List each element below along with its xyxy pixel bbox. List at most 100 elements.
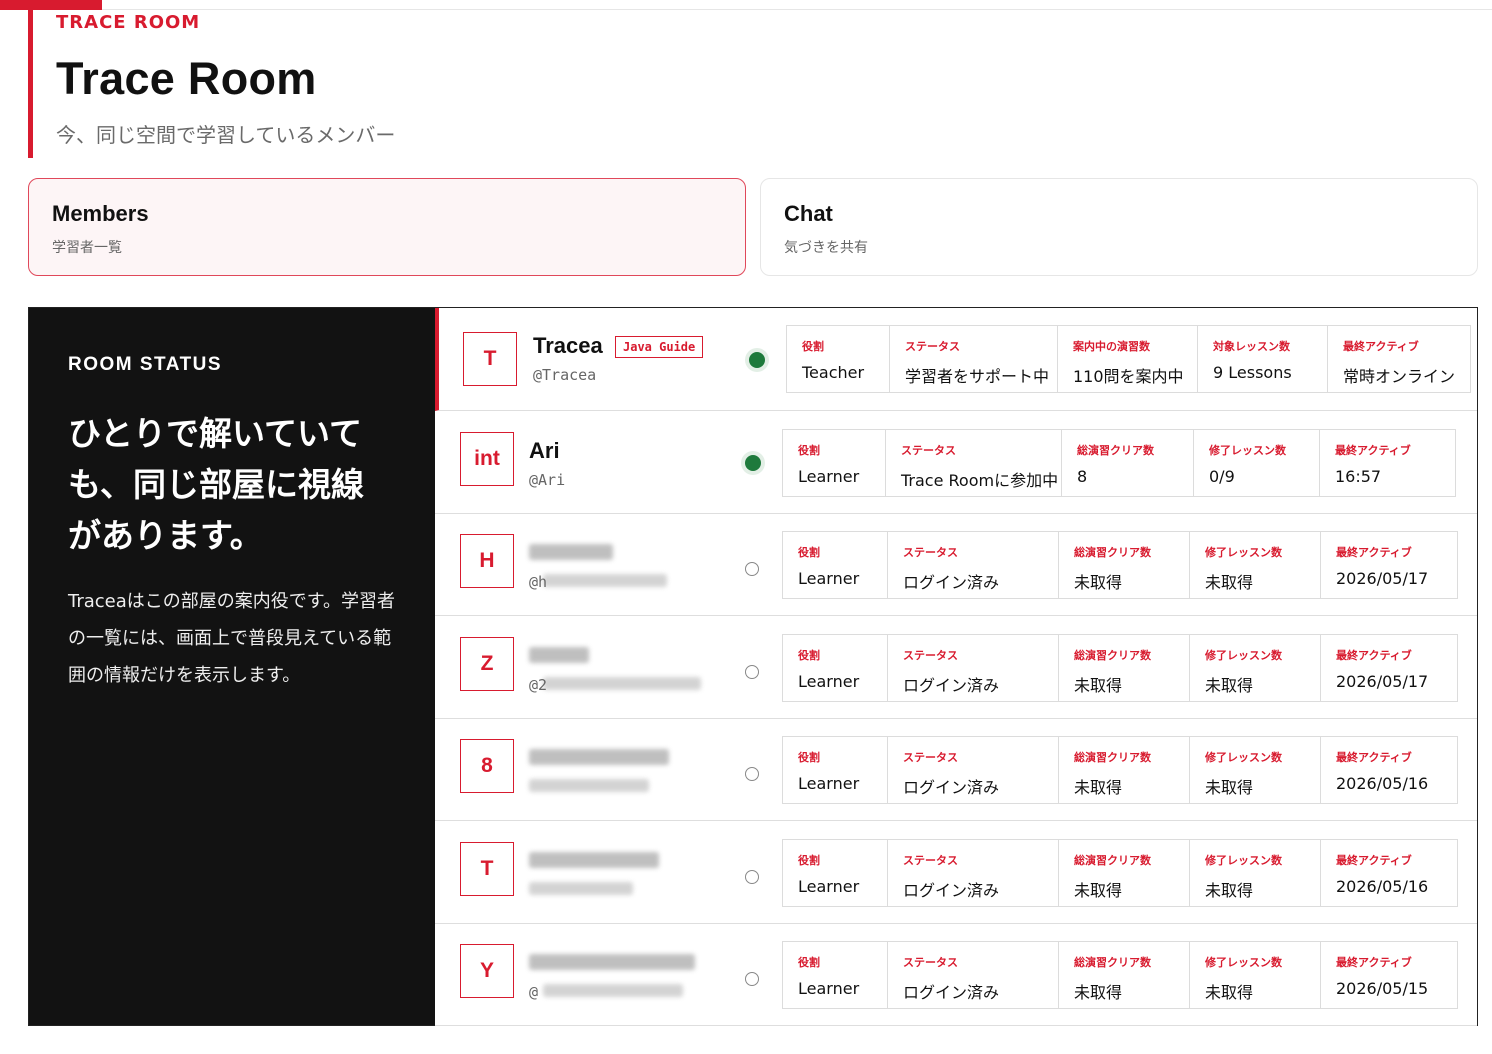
member-row[interactable]: int Ari @Ari 役割 Learner ステータス Trace Roomに参加中 総演…	[435, 411, 1477, 514]
stat-label: 総演習クリア数	[1074, 956, 1151, 969]
stat-cell: 役割 Learner	[783, 942, 888, 1008]
stat-value: ログイン済み	[903, 676, 1000, 695]
stat-label: 役割	[798, 854, 820, 867]
member-row[interactable]: T Tracea @Tracea Java Guide 役割 Teacher ステータス 学習…	[435, 308, 1477, 411]
stat-label: 最終アクティブ	[1336, 649, 1412, 662]
stat-value: Learner	[798, 672, 860, 691]
redacted-name	[529, 749, 669, 765]
stat-label: 役割	[798, 751, 820, 764]
stat-value: 未取得	[1074, 573, 1123, 592]
member-name: Tracea	[533, 333, 603, 358]
stat-value: Learner	[798, 877, 860, 896]
stat-cell: 役割 Learner	[783, 430, 886, 496]
tab-members[interactable]: Members 学習者一覧	[28, 178, 746, 276]
stat-label: ステータス	[901, 444, 956, 457]
redacted-handle	[529, 882, 633, 895]
tab-chat-title: Chat	[784, 201, 833, 226]
stat-value: ログイン済み	[903, 778, 1000, 797]
stat-value: 2026/05/16	[1336, 774, 1429, 793]
page-header: TRACE ROOM Trace Room 今、同じ空間で学習しているメンバー	[28, 10, 728, 158]
redacted-handle	[543, 574, 667, 587]
stat-cell: 最終アクティブ 16:57	[1320, 430, 1455, 496]
stat-cell: 最終アクティブ 2026/05/15	[1321, 942, 1457, 1008]
stat-value: 110問を案内中	[1073, 367, 1184, 386]
stat-label: 修了レッスン数	[1205, 649, 1282, 662]
stat-value: 0/9	[1209, 467, 1235, 486]
member-handle: @h	[529, 573, 548, 591]
stat-cell: 最終アクティブ 2026/05/16	[1321, 737, 1457, 803]
member-avatar: T	[460, 842, 514, 896]
stat-cell: 役割 Learner	[783, 532, 888, 598]
stat-value: 2026/05/16	[1336, 877, 1429, 896]
redacted-handle	[543, 984, 683, 997]
member-handle: @Ari	[529, 471, 566, 489]
room-status-headline: ひとりで解いていても、同じ部屋に視線があります。	[68, 414, 365, 555]
stat-value: ログイン済み	[903, 983, 1000, 1002]
stat-cell: ステータスログイン済み	[888, 942, 1059, 1008]
stat-value: Learner	[798, 569, 860, 588]
stat-label: ステータス	[903, 854, 958, 867]
stat-cell: 総演習クリア数 未取得	[1059, 840, 1190, 906]
stat-cell: ステータス 学習者をサポート中	[890, 326, 1058, 392]
stat-cell: 最終アクティブ 2026/05/16	[1321, 840, 1457, 906]
stat-cell: ステータス Trace Roomに参加中	[886, 430, 1062, 496]
top-rule	[0, 0, 1492, 10]
stat-label: 総演習クリア数	[1074, 751, 1151, 764]
member-avatar: Y	[460, 944, 514, 998]
stat-label: 最終アクティブ	[1336, 546, 1412, 559]
tab-chat[interactable]: Chat 気づきを共有	[760, 178, 1478, 276]
redacted-name	[529, 647, 589, 663]
stat-label: 修了レッスン数	[1205, 546, 1282, 559]
tab-members-subtitle: 学習者一覧	[52, 240, 122, 256]
stat-label: 案内中の演習数	[1073, 340, 1150, 353]
stat-value: Learner	[798, 774, 860, 793]
page-eyebrow: TRACE ROOM	[56, 12, 201, 33]
stat-value: 未取得	[1074, 778, 1123, 797]
stat-cell: 総演習クリア数 未取得	[1059, 532, 1190, 598]
member-handle: @Tracea	[533, 366, 597, 384]
stat-label: 最終アクティブ	[1343, 340, 1419, 353]
offline-status-dot	[745, 665, 759, 679]
stat-label: 修了レッスン数	[1205, 956, 1282, 969]
stat-value: Learner	[798, 467, 860, 486]
member-stats: 役割 Learner ステータス ログイン済み 総演習クリア数 未取得 修了レッスン数 未取得…	[782, 736, 1458, 804]
stat-label: 役割	[798, 546, 820, 559]
member-row[interactable]: 8 役割 Learner ステータス ログイン済み 総演習クリア数 未取得 修了レッスン数 未取…	[435, 718, 1477, 821]
stat-value: ログイン済み	[903, 881, 1000, 900]
stat-label: 対象レッスン数	[1213, 340, 1290, 353]
stat-cell: 修了レッスン数 未取得	[1190, 635, 1321, 701]
offline-status-dot	[745, 767, 759, 781]
stat-cell: 役割 Learner	[783, 635, 888, 701]
member-row[interactable]: Y @ 役割 Learner ステータス ログイン済み 総演習クリア数 未取得 修了レッスン数未…	[435, 923, 1477, 1026]
stat-label: 総演習クリア数	[1074, 854, 1151, 867]
stat-value: Learner	[798, 979, 860, 998]
member-row[interactable]: Z @2 役割 Learner ステータス ログイン済み 総演習クリア数 未取得 修了レッスン数…	[435, 616, 1477, 719]
member-row[interactable]: T 役割 Learner ステータス ログイン済み 総演習クリア数 未取得 修了レッスン数 未取…	[435, 821, 1477, 924]
stat-value: 未取得	[1074, 983, 1123, 1002]
stat-cell: ステータス ログイン済み	[888, 635, 1059, 701]
top-accent-bar	[0, 0, 102, 10]
member-stats: 役割 Learner ステータス Trace Roomに参加中 総演習クリア数 8 修了レッ…	[782, 429, 1456, 497]
stat-cell: 総演習クリア数 8	[1062, 430, 1194, 496]
redacted-handle	[529, 779, 649, 792]
stat-value: Trace Roomに参加中	[901, 471, 1059, 490]
member-avatar: 8	[460, 739, 514, 793]
stat-value: 未取得	[1074, 676, 1123, 695]
member-list: T Tracea @Tracea Java Guide 役割 Teacher ステータス 学習…	[435, 308, 1477, 1026]
stat-value: 常時オンライン	[1343, 367, 1456, 386]
stat-value: 8	[1077, 467, 1088, 486]
stat-cell: 修了レッスン数 未取得	[1190, 737, 1321, 803]
stat-label: 最終アクティブ	[1335, 444, 1411, 457]
member-handle: @	[529, 983, 539, 1001]
stat-value: 16:57	[1335, 467, 1382, 486]
stat-label: 役割	[798, 649, 820, 662]
member-row[interactable]: H @h 役割 Learner ステータス ログイン済み 総演習クリア数 未取得 修了レッスン数…	[435, 513, 1477, 616]
online-status-dot	[749, 352, 765, 368]
stat-label: ステータス	[903, 956, 958, 969]
stat-value: 9 Lessons	[1213, 363, 1292, 382]
stat-cell: 総演習クリア数 未取得	[1059, 635, 1190, 701]
page-title: Trace Room	[56, 53, 317, 104]
stat-label: 役割	[798, 956, 820, 969]
stat-value: 学習者をサポート中	[905, 367, 1050, 386]
member-stats: 役割 Learner ステータス ログイン済み 総演習クリア数 未取得 修了レッスン数 未取得…	[782, 634, 1458, 702]
